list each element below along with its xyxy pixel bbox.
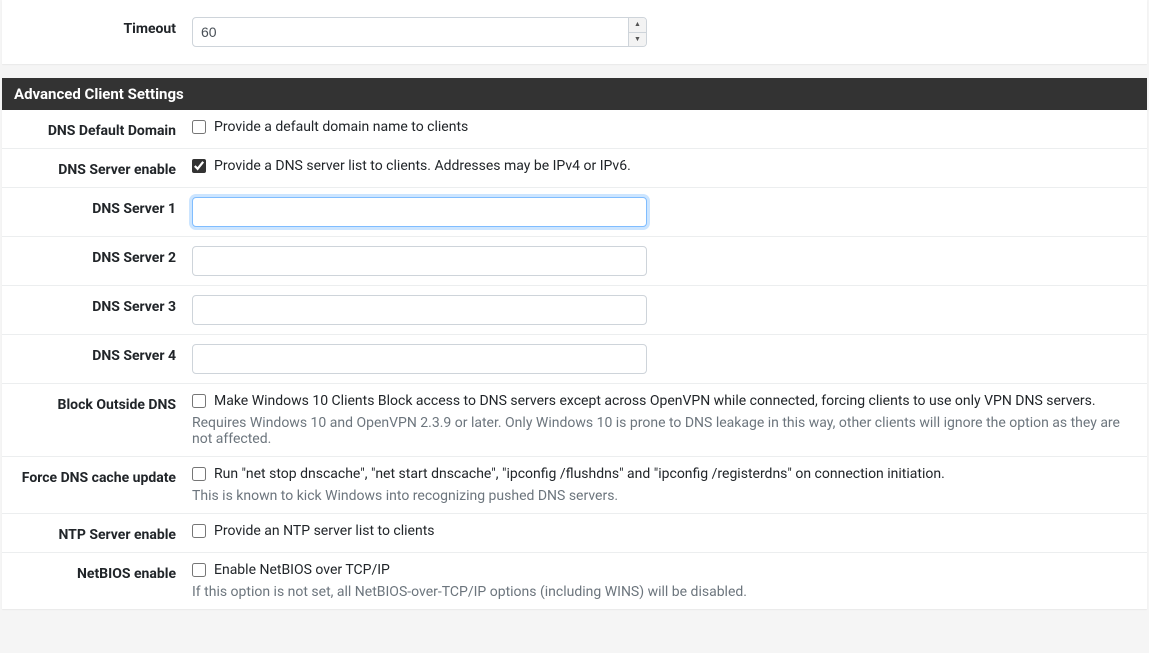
timeout-panel: Timeout ▲ ▼ — [2, 0, 1147, 64]
block-outside-dns-help: Requires Windows 10 and OpenVPN 2.3.9 or… — [192, 415, 1137, 447]
force-dns-cache-update-row: Force DNS cache update Run "net stop dns… — [2, 456, 1147, 513]
dns-server-4-label: DNS Server 4 — [12, 344, 192, 364]
dns-default-domain-checkbox[interactable] — [192, 120, 206, 134]
dns-server-1-row: DNS Server 1 — [2, 187, 1147, 236]
block-outside-dns-checkline[interactable]: Make Windows 10 Clients Block access to … — [192, 393, 1137, 409]
force-dns-cache-update-help: This is known to kick Windows into recog… — [192, 488, 1137, 504]
ntp-server-enable-row: NTP Server enable Provide an NTP server … — [2, 513, 1147, 552]
netbios-enable-checkbox[interactable] — [192, 563, 206, 577]
dns-server-enable-row: DNS Server enable Provide a DNS server l… — [2, 148, 1147, 187]
timeout-step-down[interactable]: ▼ — [629, 33, 646, 47]
force-dns-cache-update-checkline[interactable]: Run "net stop dnscache", "net start dnsc… — [192, 466, 1137, 482]
ntp-server-enable-label: NTP Server enable — [12, 523, 192, 543]
dns-server-4-row: DNS Server 4 — [2, 334, 1147, 383]
dns-server-2-label: DNS Server 2 — [12, 246, 192, 266]
force-dns-cache-update-label: Force DNS cache update — [12, 466, 192, 486]
dns-server-enable-checkbox-label: Provide a DNS server list to clients. Ad… — [214, 158, 631, 174]
block-outside-dns-checkbox-label: Make Windows 10 Clients Block access to … — [214, 393, 1096, 409]
netbios-enable-checkbox-label: Enable NetBIOS over TCP/IP — [214, 562, 390, 578]
ntp-server-enable-checkbox[interactable] — [192, 524, 206, 538]
dns-server-4-input[interactable] — [192, 344, 647, 374]
block-outside-dns-row: Block Outside DNS Make Windows 10 Client… — [2, 383, 1147, 456]
ntp-server-enable-checkline[interactable]: Provide an NTP server list to clients — [192, 523, 1137, 539]
block-outside-dns-checkbox[interactable] — [192, 394, 206, 408]
dns-server-3-input[interactable] — [192, 295, 647, 325]
netbios-enable-help: If this option is not set, all NetBIOS-o… — [192, 584, 1137, 600]
timeout-input-wrap: ▲ ▼ — [192, 17, 647, 47]
dns-server-2-row: DNS Server 2 — [2, 236, 1147, 285]
timeout-label: Timeout — [12, 17, 192, 37]
timeout-input[interactable] — [192, 17, 647, 47]
block-outside-dns-label: Block Outside DNS — [12, 393, 192, 413]
dns-server-1-label: DNS Server 1 — [12, 197, 192, 217]
netbios-enable-checkline[interactable]: Enable NetBIOS over TCP/IP — [192, 562, 1137, 578]
section-header: Advanced Client Settings — [2, 78, 1147, 110]
netbios-enable-row: NetBIOS enable Enable NetBIOS over TCP/I… — [2, 552, 1147, 609]
dns-default-domain-label: DNS Default Domain — [12, 119, 192, 139]
dns-default-domain-checkbox-label: Provide a default domain name to clients — [214, 119, 468, 135]
force-dns-cache-update-checkbox-label: Run "net stop dnscache", "net start dnsc… — [214, 466, 945, 482]
dns-server-enable-checkline[interactable]: Provide a DNS server list to clients. Ad… — [192, 158, 1137, 174]
timeout-spinner: ▲ ▼ — [628, 18, 646, 46]
timeout-row: Timeout ▲ ▼ — [2, 8, 1147, 56]
dns-server-2-input[interactable] — [192, 246, 647, 276]
advanced-client-settings-panel: Advanced Client Settings DNS Default Dom… — [2, 78, 1147, 609]
force-dns-cache-update-checkbox[interactable] — [192, 467, 206, 481]
dns-server-1-input[interactable] — [192, 197, 647, 227]
dns-default-domain-row: DNS Default Domain Provide a default dom… — [2, 110, 1147, 148]
dns-server-enable-checkbox[interactable] — [192, 159, 206, 173]
dns-server-3-row: DNS Server 3 — [2, 285, 1147, 334]
dns-server-3-label: DNS Server 3 — [12, 295, 192, 315]
ntp-server-enable-checkbox-label: Provide an NTP server list to clients — [214, 523, 435, 539]
dns-server-enable-label: DNS Server enable — [12, 158, 192, 178]
dns-default-domain-checkline[interactable]: Provide a default domain name to clients — [192, 119, 1137, 135]
netbios-enable-label: NetBIOS enable — [12, 562, 192, 582]
timeout-step-up[interactable]: ▲ — [629, 18, 646, 33]
